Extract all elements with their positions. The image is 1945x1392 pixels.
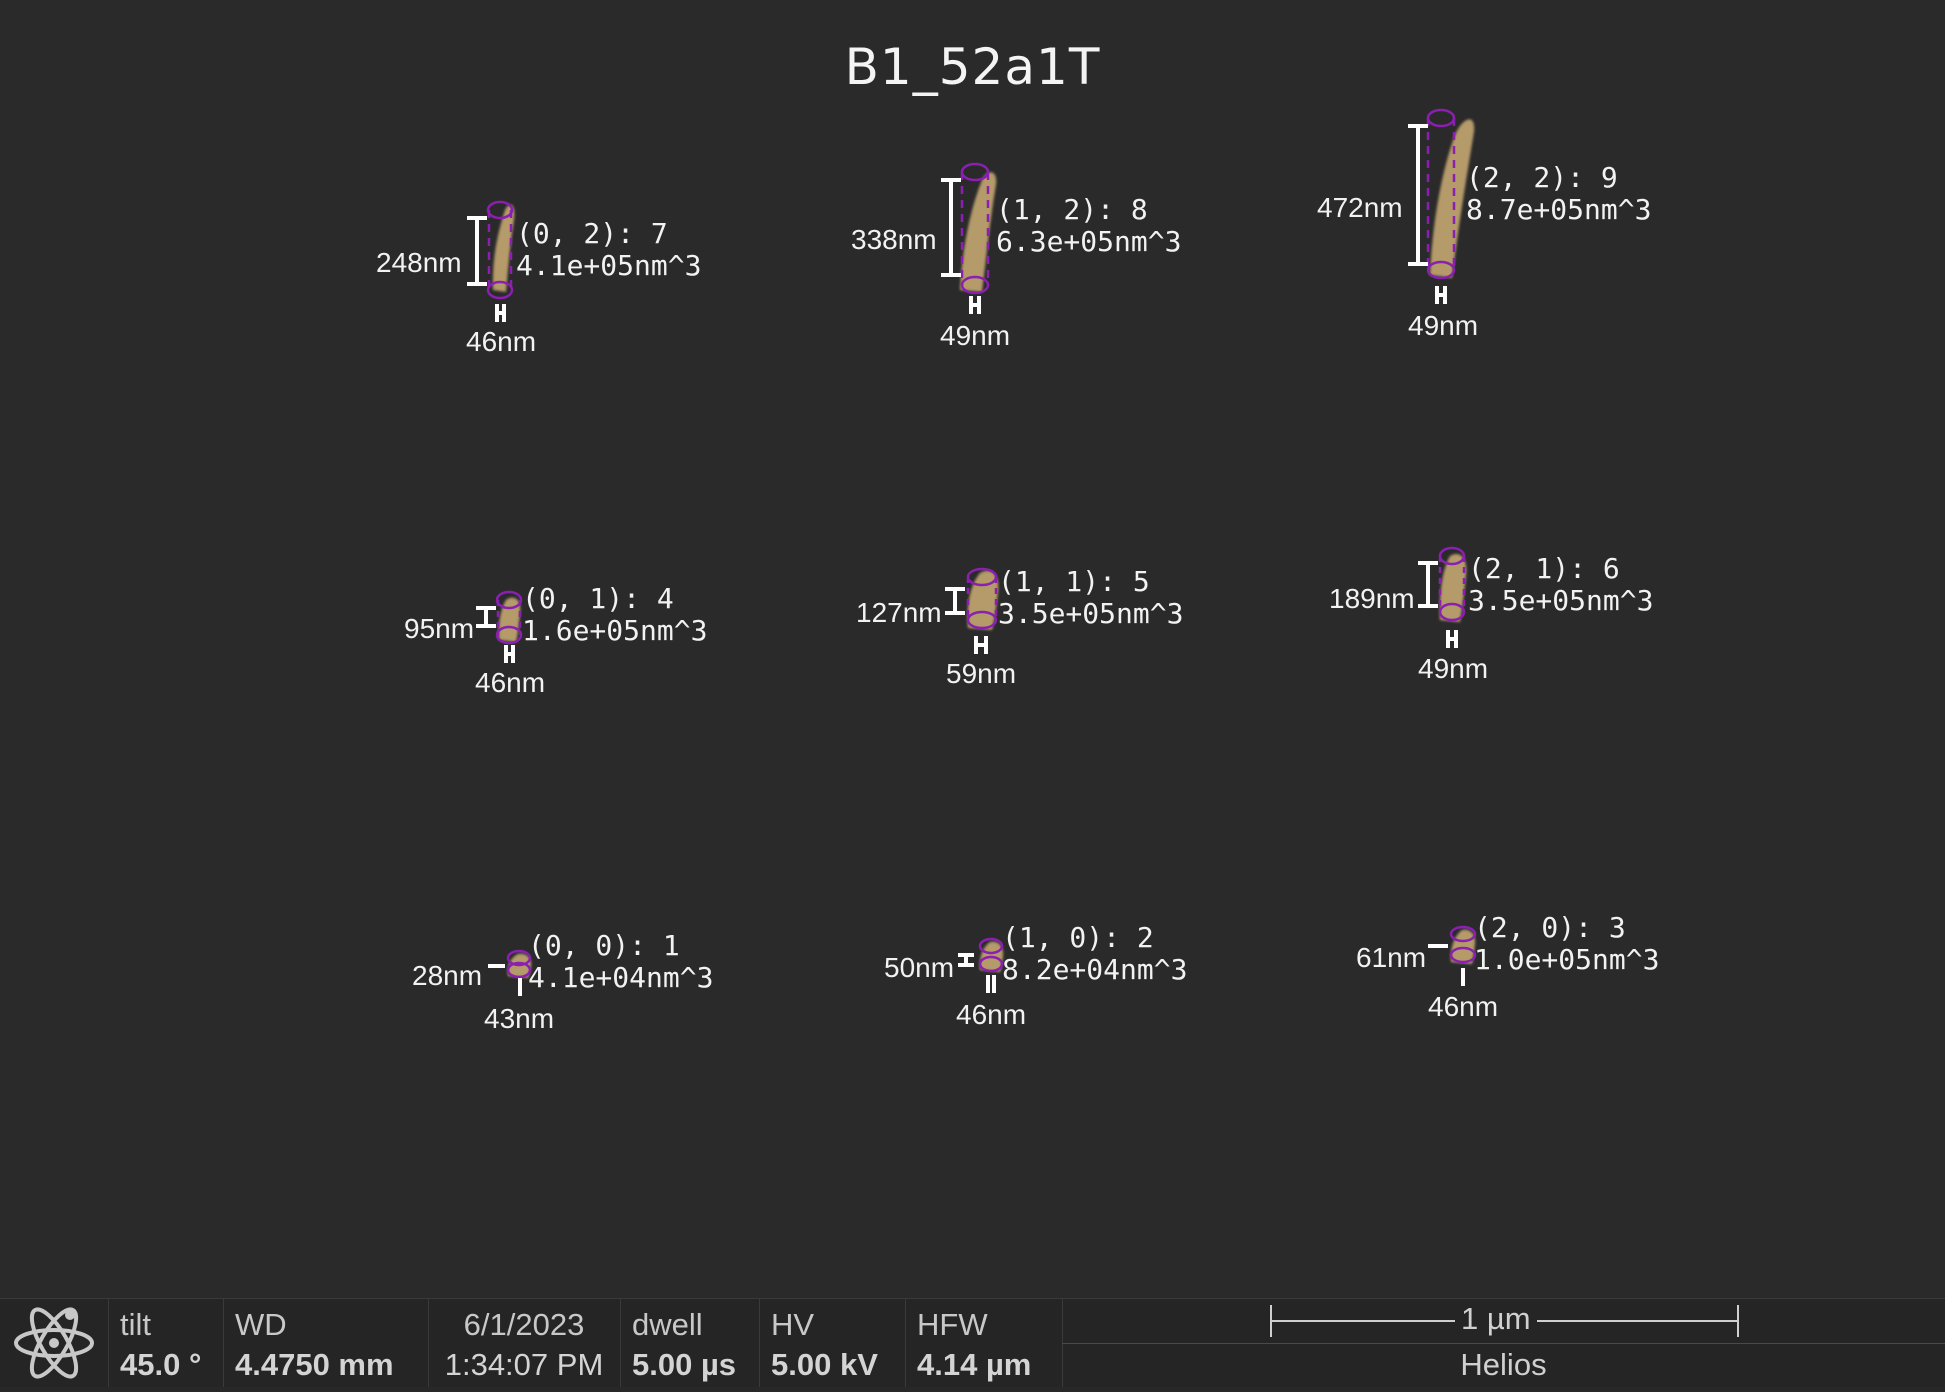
particle-1-2 <box>941 162 997 314</box>
width-label-1-0: 46nm <box>956 999 1027 1030</box>
height-label-2-1: 189nm <box>1329 583 1415 614</box>
particle-label-2-1: (2, 1): 6 3.5e+05nm^3 <box>1468 552 1654 617</box>
particle-label-0-0: (0, 0): 1 4.1e+04nm^3 <box>528 929 714 994</box>
particle-label-1-1: (1, 1): 5 3.5e+05nm^3 <box>998 565 1184 630</box>
height-label-1-1: 127nm <box>856 597 942 628</box>
hv-cell: HV 5.00 kV <box>759 1299 906 1387</box>
height-label-1-2: 338nm <box>851 224 937 255</box>
tilt-value: 45.0 ° <box>120 1347 202 1382</box>
hv-value: 5.00 kV <box>771 1347 878 1382</box>
height-label-2-0: 61nm <box>1356 942 1427 973</box>
particle-0-0 <box>488 949 532 996</box>
height-label-0-0: 28nm <box>412 960 483 991</box>
particle-label-0-2: (0, 2): 7 4.1e+05nm^3 <box>516 217 702 282</box>
datetime-cell: 6/1/2023 1:34:07 PM <box>428 1299 621 1387</box>
dwell-value: 5.00 µs <box>632 1347 737 1382</box>
wd-key: WD <box>235 1307 287 1342</box>
dwell-key: dwell <box>632 1307 703 1342</box>
width-label-0-0: 43nm <box>484 1003 555 1034</box>
height-label-2-2: 472nm <box>1317 192 1403 223</box>
particle-label-2-0: (2, 0): 3 1.0e+05nm^3 <box>1474 911 1660 976</box>
instrument-name: Helios <box>1460 1347 1547 1382</box>
particle-2-0 <box>1428 925 1477 986</box>
particle-label-0-1: (0, 1): 4 1.6e+05nm^3 <box>522 582 708 647</box>
hv-key: HV <box>771 1307 815 1342</box>
particle-1-0 <box>958 937 1004 993</box>
wd-value: 4.4750 mm <box>235 1347 394 1382</box>
hfw-cell: HFW 4.14 µm <box>905 1299 1063 1387</box>
wd-cell: WD 4.4750 mm <box>223 1299 429 1387</box>
particle-2-2 <box>1408 108 1475 304</box>
particle-1-1 <box>945 567 999 654</box>
particle-label-1-0: (1, 0): 2 8.2e+04nm^3 <box>1002 921 1188 986</box>
particle-overlay <box>467 108 1477 996</box>
scale-bar-area: 1 µm Helios <box>1062 1299 1945 1387</box>
particle-label-1-2: (1, 2): 8 6.3e+05nm^3 <box>996 193 1182 258</box>
sem-databar: tilt 45.0 ° WD 4.4750 mm 6/1/2023 1:34:0… <box>0 1298 1945 1387</box>
hfw-value: 4.14 µm <box>917 1347 1032 1382</box>
width-label-2-0: 46nm <box>1428 991 1499 1022</box>
width-label-2-2: 49nm <box>1408 310 1479 341</box>
sem-image: B1_52a1T (0, 2): 7 4.1e+05nm^3 248nm 46n… <box>0 0 1945 1298</box>
particle-0-1 <box>476 590 523 663</box>
hfw-key: HFW <box>917 1307 988 1342</box>
width-label-1-1: 59nm <box>946 658 1017 689</box>
tilt-key: tilt <box>120 1307 151 1342</box>
scale-label: 1 µm <box>1455 1301 1537 1337</box>
particle-label-2-2: (2, 2): 9 8.7e+05nm^3 <box>1466 161 1652 226</box>
height-label-0-2: 248nm <box>376 247 462 278</box>
logo-cell <box>0 1299 109 1387</box>
height-label-0-1: 95nm <box>404 613 475 644</box>
tilt-cell: tilt 45.0 ° <box>108 1299 224 1387</box>
height-label-1-0: 50nm <box>884 952 955 983</box>
date-value: 6/1/2023 <box>463 1307 585 1342</box>
particle-2-1 <box>1418 546 1467 648</box>
time-value: 1:34:07 PM <box>444 1347 604 1382</box>
particle-0-2 <box>467 200 515 322</box>
dwell-cell: dwell 5.00 µs <box>620 1299 760 1387</box>
width-label-0-1: 46nm <box>475 667 546 698</box>
width-label-0-2: 46nm <box>466 326 537 357</box>
width-label-2-1: 49nm <box>1418 653 1489 684</box>
width-label-1-2: 49nm <box>940 320 1011 351</box>
atom-icon <box>14 1307 94 1379</box>
